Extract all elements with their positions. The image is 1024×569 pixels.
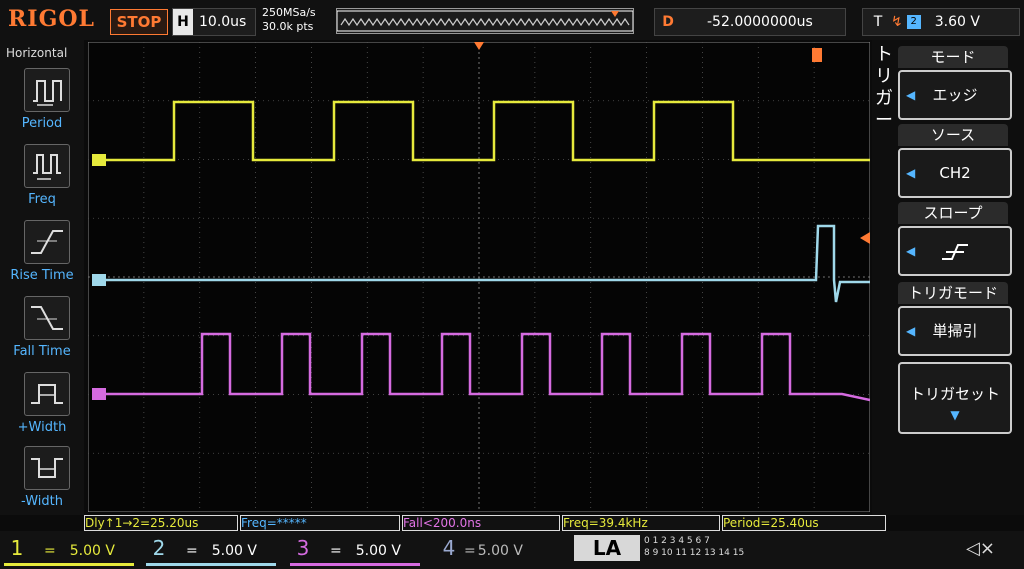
- ch2-ground-marker: [92, 274, 106, 286]
- trigger-status[interactable]: T ↯ 2 3.60 V: [862, 8, 1020, 36]
- logic-analyzer-channels: 0 1 2 3 4 5 6 7 8 9 10 11 12 13 14 15: [644, 535, 774, 561]
- trigger-source-button[interactable]: ◀ CH2: [898, 148, 1012, 198]
- memory-waveform-preview: [336, 10, 634, 32]
- channel-1-number: 1: [10, 536, 24, 560]
- trigger-key: T: [873, 14, 883, 30]
- trigger-source-value: CH2: [939, 164, 971, 182]
- fall-time-icon: [31, 306, 63, 330]
- rise-time-button[interactable]: [24, 220, 70, 264]
- waveform-svg: [87, 41, 871, 513]
- pos-width-icon: [31, 384, 63, 404]
- channel-4-number: 4: [442, 536, 456, 560]
- measurement-period: Period=25.40us: [722, 515, 886, 531]
- sample-rate: 250MSa/s: [262, 6, 316, 19]
- trigger-slope-header: スロープ: [898, 202, 1008, 224]
- freq-icon: [33, 154, 61, 180]
- pos-width-label: +Width: [17, 420, 67, 435]
- trigger-type-value: エッジ: [932, 86, 978, 104]
- period-button[interactable]: [24, 68, 70, 112]
- trigger-type-button[interactable]: ◀ エッジ: [898, 70, 1012, 120]
- trigger-type-header: モード: [898, 46, 1008, 68]
- measurement-delay-text: Dly↑1→2=25.20us: [85, 516, 199, 530]
- channel-4-coupling: =: [464, 543, 476, 559]
- channel-2-status[interactable]: 2 = 5.00 V: [146, 533, 276, 566]
- menu-arrow-icon: ◀: [906, 88, 916, 102]
- channel-2-number: 2: [152, 536, 166, 560]
- la-channels-row-2: 8 9 10 11 12 13 14 15: [644, 548, 745, 558]
- trigger-setting-button[interactable]: トリガセット ▼: [898, 362, 1012, 434]
- rise-time-label: Rise Time: [10, 268, 74, 283]
- ch1-ground-marker: [92, 154, 106, 166]
- timebase-value: 10.0us: [199, 14, 247, 30]
- trigger-edge-icon: ↯: [891, 14, 903, 30]
- sweep-mode-button[interactable]: ◀ 単掃引: [898, 306, 1012, 356]
- trigger-source-header: ソース: [898, 124, 1008, 146]
- delay-readout[interactable]: D -52.0000000us: [654, 8, 846, 36]
- trigger-source-icon: 2: [906, 15, 921, 29]
- speaker-mute-icon[interactable]: ◁×: [966, 538, 995, 559]
- menu-arrow-icon: ◀: [906, 166, 916, 180]
- trigger-slope-button[interactable]: ◀: [898, 226, 1012, 276]
- channel-3-number: 3: [296, 536, 310, 560]
- channel-3-status[interactable]: 3 = 5.00 V: [290, 533, 420, 566]
- brand-logo: RIGOL: [8, 6, 95, 32]
- channel-1-status[interactable]: 1 = 5.00 V: [4, 533, 134, 566]
- channel-2-coupling: =: [186, 543, 198, 559]
- freq-button[interactable]: [24, 144, 70, 188]
- trigger-setting-label: トリガセット: [909, 385, 1000, 403]
- fall-time-label: Fall Time: [13, 344, 71, 359]
- pos-width-button[interactable]: [24, 372, 70, 416]
- channel-4-status[interactable]: 4 = 5.00 V: [436, 533, 568, 563]
- delay-value: -52.0000000us: [707, 14, 813, 30]
- rising-edge-icon: [942, 243, 968, 260]
- menu-arrow-icon: ◀: [906, 244, 916, 258]
- measurement-fall: Fall<200.0ns: [402, 515, 560, 531]
- fall-time-button[interactable]: [24, 296, 70, 340]
- channel-2-scale: 5.00 V: [211, 543, 257, 559]
- horizontal-key: H: [173, 9, 193, 35]
- channel-1-coupling: =: [44, 543, 56, 559]
- trigger-level: 3.60 V: [934, 14, 980, 30]
- delay-key: D: [662, 14, 674, 30]
- sweep-mode-header: トリガモード: [898, 282, 1008, 304]
- neg-width-label: -Width: [21, 494, 63, 509]
- channel-3-coupling: =: [330, 543, 342, 559]
- measurement-delay: Dly↑1→2=25.20us: [84, 515, 238, 531]
- period-label: Period: [21, 116, 63, 131]
- period-icon: [33, 80, 62, 106]
- menu-arrow-icon: ◀: [906, 324, 916, 338]
- measurement-freq-ch2-text: Freq=*****: [241, 516, 307, 530]
- neg-width-button[interactable]: [24, 446, 70, 490]
- neg-width-icon: [31, 458, 63, 478]
- rise-time-icon: [31, 230, 63, 254]
- channel-4-scale: 5.00 V: [477, 543, 523, 559]
- measurement-freq-ch1: Freq=39.4kHz: [562, 515, 720, 531]
- measurement-fall-text: Fall<200.0ns: [403, 516, 482, 530]
- sweep-mode-value: 単掃引: [932, 322, 978, 340]
- measurement-freq-ch2: Freq=*****: [240, 515, 400, 531]
- channel-1-scale: 5.00 V: [69, 543, 115, 559]
- trigger-menu-title: トリガー: [875, 44, 893, 131]
- measurement-period-text: Period=25.40us: [723, 516, 819, 530]
- memory-depth: 30.0k pts: [262, 20, 314, 33]
- freq-label: Freq: [28, 192, 56, 207]
- down-arrow-icon: ▼: [950, 408, 960, 422]
- run-stop-indicator[interactable]: STOP: [110, 9, 168, 35]
- la-channels-row-1: 0 1 2 3 4 5 6 7: [644, 536, 710, 546]
- acquisition-info: 250MSa/s 30.0k pts: [262, 6, 328, 36]
- waveform-display[interactable]: [87, 41, 871, 513]
- measure-menu-title: Horizontal: [6, 46, 68, 60]
- ch3-ground-marker: [92, 388, 106, 400]
- trigger-position-icon: [812, 48, 822, 62]
- memory-overview-bar[interactable]: [336, 8, 634, 34]
- trigger-position-marker: [611, 11, 619, 17]
- logic-analyzer-button[interactable]: LA: [574, 535, 640, 561]
- measurement-freq-ch1-text: Freq=39.4kHz: [563, 516, 648, 530]
- channel-3-scale: 5.00 V: [355, 543, 401, 559]
- horizontal-timebase[interactable]: H 10.0us: [172, 8, 256, 36]
